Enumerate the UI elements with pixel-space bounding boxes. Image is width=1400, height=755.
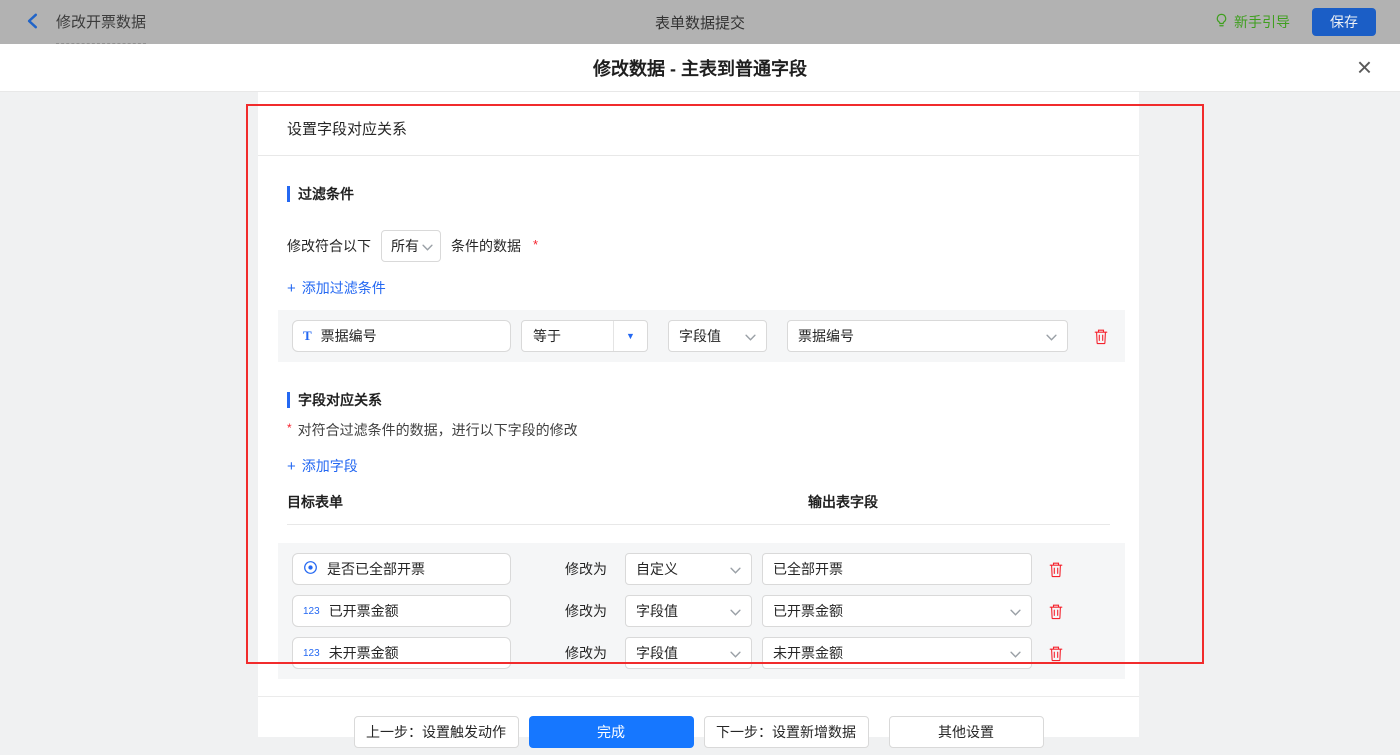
output-field-value: 未开票金额 (773, 643, 843, 663)
plus-icon: + (287, 458, 296, 475)
required-asterisk: * (287, 421, 292, 435)
chevron-down-icon (1010, 603, 1021, 619)
output-field-select[interactable]: 未开票金额 (762, 637, 1032, 669)
target-field-select[interactable]: 是否已全部开票 (292, 553, 511, 585)
delete-row-button[interactable] (1048, 645, 1064, 662)
operator-value: 等于 (522, 326, 613, 346)
filter-condition-block: T 票据编号 等于 ▼ 字段值 票据编号 (278, 310, 1125, 362)
mapping-section-title: 字段对应关系 (287, 392, 1110, 408)
radio-icon (303, 560, 318, 578)
delete-row-button[interactable] (1048, 603, 1064, 620)
condition-field-select[interactable]: T 票据编号 (292, 320, 511, 352)
modify-to-label: 修改为 (565, 559, 625, 579)
done-button[interactable]: 完成 (529, 716, 694, 748)
value-type-value: 字段值 (679, 326, 721, 346)
value-type-value: 自定义 (636, 559, 678, 579)
match-suffix-label: 条件的数据 (451, 236, 521, 256)
lightbulb-icon (1214, 13, 1229, 31)
delete-row-button[interactable] (1048, 561, 1064, 578)
target-field-select[interactable]: 123 已开票金额 (292, 595, 511, 627)
add-filter-condition-link[interactable]: + 添加过滤条件 (287, 278, 386, 298)
chevron-down-icon (1046, 328, 1057, 344)
required-asterisk: * (533, 237, 538, 252)
target-field-value: 是否已全部开票 (327, 559, 425, 579)
match-mode-value: 所有 (391, 236, 419, 256)
modify-to-label: 修改为 (565, 601, 625, 621)
output-field-select[interactable]: 已开票金额 (762, 595, 1032, 627)
match-mode-select[interactable]: 所有 (381, 230, 441, 262)
number-field-icon: 123 (303, 648, 320, 659)
close-icon[interactable]: × (1357, 52, 1372, 82)
delete-condition-button[interactable] (1093, 328, 1109, 345)
back-button[interactable] (24, 12, 42, 33)
value-type-value: 字段值 (636, 601, 678, 621)
page-title: 表单数据提交 (0, 12, 1400, 33)
add-filter-label: 添加过滤条件 (302, 278, 386, 298)
condition-operator-select[interactable]: 等于 ▼ (521, 320, 648, 352)
text-field-icon: T (303, 328, 312, 344)
filter-section-title: 过滤条件 (287, 186, 1110, 202)
mapping-description: 对符合过滤条件的数据，进行以下字段的修改 (298, 420, 578, 440)
dialog-header: 修改数据 - 主表到普通字段 × (0, 44, 1400, 92)
column-target-form: 目标表单 (287, 492, 808, 512)
card-header: 设置字段对应关系 (258, 92, 1139, 156)
dialog-title: 修改数据 - 主表到普通字段 (593, 55, 807, 81)
condition-value: 票据编号 (798, 326, 854, 346)
number-field-icon: 123 (303, 606, 320, 617)
mapping-row: 是否已全部开票 修改为 自定义 已全部开票 (292, 553, 1111, 585)
custom-value-input[interactable]: 已全部开票 (762, 553, 1032, 585)
settings-card: 设置字段对应关系 过滤条件 修改符合以下 所有 条件的数据 * + 添加过滤条件… (258, 92, 1139, 737)
guide-label: 新手引导 (1234, 12, 1290, 32)
beginner-guide-link[interactable]: 新手引导 (1214, 12, 1290, 32)
mapping-row: 123 已开票金额 修改为 字段值 已开票金额 (292, 595, 1111, 627)
match-prefix-label: 修改符合以下 (287, 236, 371, 256)
save-button[interactable]: 保存 (1312, 8, 1376, 36)
value-type-select[interactable]: 字段值 (625, 637, 752, 669)
dialog-body: 设置字段对应关系 过滤条件 修改符合以下 所有 条件的数据 * + 添加过滤条件… (0, 92, 1400, 755)
chevron-down-icon (422, 238, 433, 254)
operator-dropdown-button[interactable]: ▼ (613, 321, 647, 351)
chevron-down-icon (730, 603, 741, 619)
other-settings-button[interactable]: 其他设置 (889, 716, 1044, 748)
chevron-down-icon (1010, 645, 1021, 661)
mapping-table-header: 目标表单 输出表字段 (287, 492, 1110, 525)
value-type-value: 字段值 (636, 643, 678, 663)
target-field-value: 已开票金额 (329, 601, 399, 621)
chevron-left-icon (24, 12, 42, 33)
column-output-fields: 输出表字段 (808, 492, 878, 512)
add-field-label: 添加字段 (302, 456, 358, 476)
mapping-rows-block: 是否已全部开票 修改为 自定义 已全部开票 (278, 543, 1125, 679)
previous-step-button[interactable]: 上一步：设置触发动作 (354, 716, 519, 748)
output-field-value: 已开票金额 (773, 601, 843, 621)
filter-condition-row: T 票据编号 等于 ▼ 字段值 票据编号 (292, 320, 1111, 352)
mapping-description-row: * 对符合过滤条件的数据，进行以下字段的修改 (287, 420, 1110, 440)
custom-value: 已全部开票 (773, 559, 843, 579)
footer-buttons: 上一步：设置触发动作 完成 下一步：设置新增数据 其他设置 (258, 716, 1139, 748)
chevron-down-icon (730, 561, 741, 577)
value-type-select[interactable]: 自定义 (625, 553, 752, 585)
target-field-value: 未开票金额 (329, 643, 399, 663)
chevron-down-icon (745, 328, 756, 344)
add-field-link[interactable]: + 添加字段 (287, 456, 358, 476)
filter-match-row: 修改符合以下 所有 条件的数据 * (287, 230, 1110, 262)
plus-icon: + (287, 280, 296, 297)
mapping-row: 123 未开票金额 修改为 字段值 未开票金额 (292, 637, 1111, 669)
chevron-down-icon (730, 645, 741, 661)
condition-value-select[interactable]: 票据编号 (787, 320, 1068, 352)
top-bar: 修改开票数据 表单数据提交 新手引导 保存 (0, 0, 1400, 44)
footer-divider (258, 696, 1139, 697)
value-type-select[interactable]: 字段值 (625, 595, 752, 627)
triangle-down-icon: ▼ (626, 331, 635, 341)
next-step-button[interactable]: 下一步：设置新增数据 (704, 716, 869, 748)
modify-to-label: 修改为 (565, 643, 625, 663)
condition-field-value: 票据编号 (321, 326, 377, 346)
workflow-title[interactable]: 修改开票数据 (56, 0, 146, 44)
target-field-select[interactable]: 123 未开票金额 (292, 637, 511, 669)
condition-value-type-select[interactable]: 字段值 (668, 320, 767, 352)
